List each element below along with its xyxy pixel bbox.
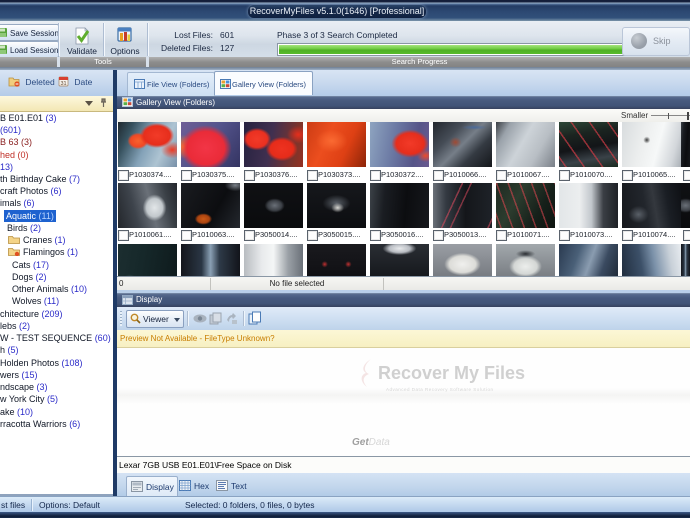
svg-text:31: 31 [60, 81, 66, 87]
